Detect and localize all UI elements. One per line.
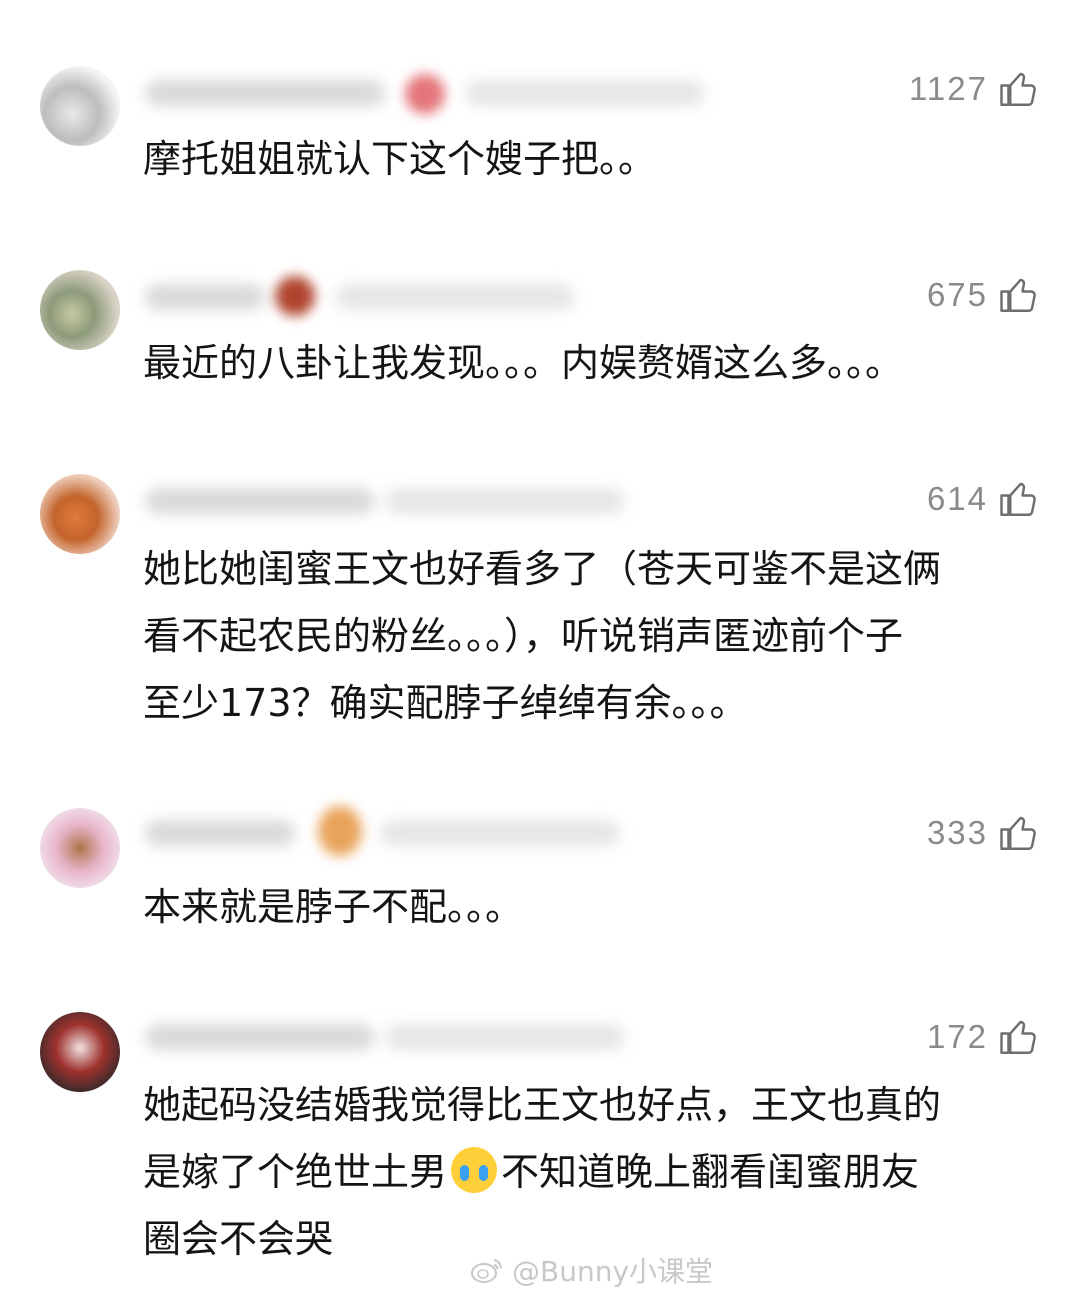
user-avatar[interactable] bbox=[40, 474, 120, 554]
comment-text: 她比她闺蜜王文也好看多了（苍天可鉴不是这俩 看不起农民的粉丝。。。），听说销声匿… bbox=[143, 547, 942, 725]
weibo-icon bbox=[471, 1259, 502, 1283]
meta-blurred bbox=[380, 820, 620, 846]
like-count: 1127 bbox=[909, 70, 988, 107]
thumbs-up-icon bbox=[1000, 72, 1036, 106]
user-avatar[interactable] bbox=[40, 1012, 120, 1092]
like-button[interactable]: 614 bbox=[927, 478, 1040, 520]
thumbs-up-icon bbox=[1000, 816, 1036, 850]
username-blurred[interactable] bbox=[145, 488, 375, 514]
user-avatar[interactable] bbox=[40, 270, 120, 350]
watermark-text: @Bunny小课堂 bbox=[512, 1255, 714, 1288]
user-badge-blurred bbox=[405, 74, 445, 114]
meta-blurred bbox=[385, 1024, 625, 1050]
username-blurred[interactable] bbox=[145, 284, 265, 310]
comment-text: 摩托姐姐就认下这个嫂子把。。 bbox=[143, 137, 657, 181]
like-count: 172 bbox=[926, 1018, 988, 1055]
meta-blurred bbox=[465, 80, 705, 106]
thumbs-up-icon bbox=[1000, 482, 1036, 516]
thumbs-up-icon bbox=[1000, 1020, 1036, 1054]
like-count: 675 bbox=[926, 276, 988, 313]
crying-face-icon bbox=[451, 1147, 498, 1193]
watermark: @Bunny小课堂 bbox=[470, 1250, 713, 1290]
username-blurred[interactable] bbox=[145, 1024, 375, 1050]
meta-blurred bbox=[335, 284, 575, 310]
like-button[interactable]: 333 bbox=[927, 812, 1040, 854]
comment-text: 最近的八卦让我发现。。。内娱赘婿这么多。。。 bbox=[143, 341, 904, 385]
like-button[interactable]: 172 bbox=[927, 1016, 1040, 1058]
comment-text: 她起码没结婚我觉得比王文也好点，王文也真的 是嫁了个绝世土男 不知道晚上翻看闺蜜朋… bbox=[143, 1083, 942, 1261]
user-badge-blurred bbox=[275, 276, 315, 316]
user-avatar[interactable] bbox=[40, 66, 120, 146]
thumbs-up-icon bbox=[1000, 278, 1036, 312]
user-avatar[interactable] bbox=[40, 808, 120, 888]
username-blurred[interactable] bbox=[145, 820, 295, 846]
meta-blurred bbox=[385, 488, 625, 514]
user-badge-blurred bbox=[318, 806, 362, 856]
like-button[interactable]: 675 bbox=[927, 274, 1040, 316]
comment-text: 本来就是脖子不配。。。 bbox=[143, 885, 524, 929]
like-count: 614 bbox=[926, 480, 988, 517]
like-button[interactable]: 1127 bbox=[909, 68, 1040, 110]
username-blurred[interactable] bbox=[145, 80, 385, 106]
like-count: 333 bbox=[926, 814, 988, 851]
